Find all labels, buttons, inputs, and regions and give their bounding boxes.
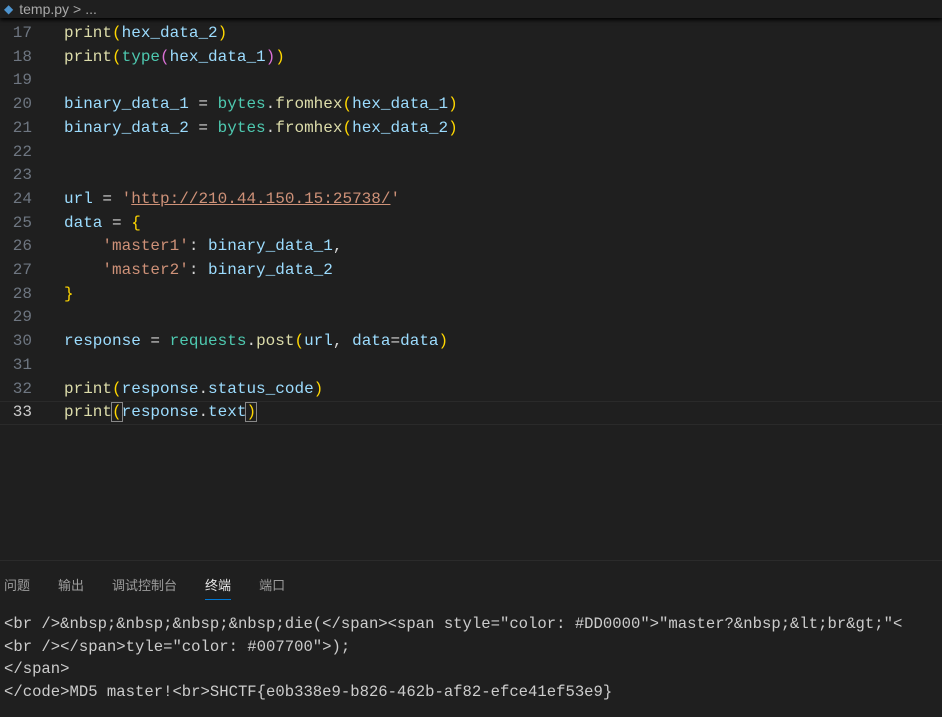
line-number: 28 — [12, 284, 32, 303]
panel-tab[interactable]: 终端 — [205, 575, 232, 600]
code-text: binary_data_2 = bytes.fromhex(hex_data_2… — [64, 118, 458, 137]
bottom-panel: 问题 输出 调试控制台 终端 端口 <br />&nbsp;&nbsp;&nbsp;&n… — [0, 560, 942, 717]
terminal-output[interactable]: <br />&nbsp;&nbsp;&nbsp;&nbsp;die(</span… — [4, 613, 902, 703]
code-line[interactable]: 20 binary_data_1 = bytes.fromhex(hex_data… — [0, 93, 942, 117]
panel-tab[interactable]: 输出 — [58, 575, 84, 599]
line-number: 21 — [12, 118, 32, 137]
code-text: data = { — [64, 213, 141, 232]
line-number: 22 — [12, 142, 32, 161]
code-line[interactable]: 28} — [0, 283, 942, 307]
breadcrumb-file[interactable]: temp.py — [19, 1, 69, 17]
line-number: 24 — [12, 189, 32, 208]
code-text: print(response.text) — [64, 402, 258, 423]
panel-tab[interactable]: 问题 — [4, 575, 30, 599]
code-text: } — [64, 284, 74, 303]
code-line[interactable]: 18 print(type(hex_data_1)) — [0, 46, 942, 70]
code-line[interactable]: 30 response = requests.post(url, data=dat… — [0, 330, 942, 354]
panel-tab[interactable]: 端口 — [259, 575, 285, 599]
line-number: 26 — [12, 237, 32, 256]
code-line[interactable]: 21 binary_data_2 = bytes.fromhex(hex_data… — [0, 117, 942, 141]
code-text: binary_data_1 = bytes.fromhex(hex_data_1… — [64, 95, 458, 114]
panel-tab[interactable]: 调试控制台 — [112, 575, 177, 599]
line-number: 18 — [12, 47, 32, 66]
line-number: 23 — [12, 166, 32, 185]
terminal-line: </code>MD5 master!<br>SHCTF{e0b338e9-b82… — [4, 682, 613, 701]
code-text: 'master1': binary_data_1, — [102, 237, 343, 256]
line-number: 33 — [12, 403, 32, 422]
code-text: url = 'http://210.44.150.15:25738/' — [64, 189, 401, 208]
line-number: 19 — [12, 71, 32, 90]
code-line[interactable]: 26 'master1': binary_data_1, — [0, 235, 942, 259]
code-editor[interactable]: 17 print(hex_data_2) 18 print(type(hex_data… — [0, 10, 942, 560]
line-number: 27 — [12, 261, 32, 279]
breadcrumb: ◆ temp.py > ... — [0, 0, 942, 18]
code-text: print(response.status_code) — [64, 379, 324, 398]
code-line[interactable]: 33 print(response.text) — [0, 401, 942, 425]
line-number: 25 — [12, 213, 32, 232]
code-line[interactable]: 17 print(hex_data_2) — [0, 22, 942, 46]
line-number: 29 — [12, 308, 32, 327]
terminal-line: <br />&nbsp;&nbsp;&nbsp;&nbsp;die(</span… — [4, 615, 903, 633]
python-file-icon: ◆ — [4, 2, 14, 16]
line-number: 20 — [12, 95, 32, 114]
code-line[interactable]: 19 — [0, 69, 942, 93]
code-line[interactable]: 32 print(response.status_code) — [0, 378, 942, 402]
code-text: print(type(hex_data_1)) — [64, 47, 285, 66]
code-line[interactable]: 29 — [0, 306, 942, 330]
code-line[interactable]: 25 data = { — [0, 212, 942, 236]
line-number: 31 — [12, 355, 32, 374]
terminal-line: </span> — [4, 660, 70, 678]
code-text: 'master2': binary_data_2 — [102, 261, 333, 279]
breadcrumb-more[interactable]: ... — [85, 1, 97, 17]
code-line[interactable]: 24 url = 'http://210.44.150.15:25738/' — [0, 188, 942, 212]
line-number: 17 — [12, 24, 32, 42]
line-number: 30 — [12, 332, 32, 351]
code-line[interactable]: 27 'master2': binary_data_2 — [0, 259, 942, 283]
code-text: print(hex_data_2) — [64, 24, 228, 42]
breadcrumb-separator: > — [73, 1, 82, 17]
terminal-line: <br /></span>tyle="color: #007700">); — [4, 637, 351, 656]
code-line[interactable]: 22 — [0, 141, 942, 165]
code-text: response = requests.post(url, data=data) — [64, 332, 449, 351]
line-number: 32 — [12, 379, 32, 398]
code-line[interactable]: 31 — [0, 354, 942, 378]
code-line[interactable]: 23 — [0, 164, 942, 188]
